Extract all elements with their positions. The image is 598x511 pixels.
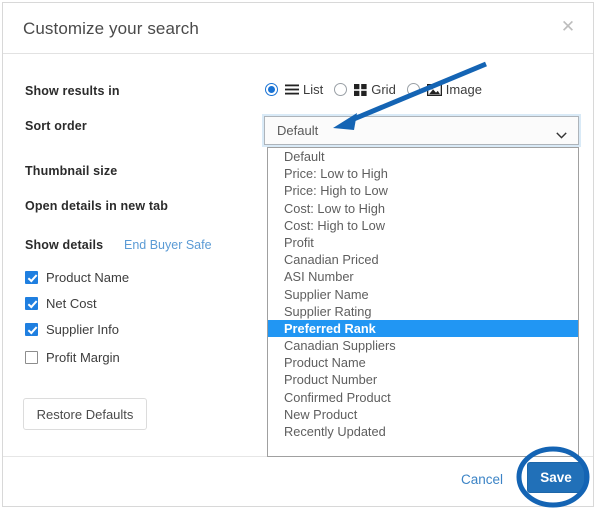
open-details-in-new-tab-label: Open details in new tab <box>25 199 169 213</box>
checkbox-label-net-cost: Net Cost <box>46 296 97 311</box>
dropdown-option[interactable]: Price: Low to High <box>268 165 578 182</box>
dropdown-option[interactable]: Preferred Rank <box>268 319 578 338</box>
close-icon[interactable]: ✕ <box>557 16 579 38</box>
radio-label-list: List <box>303 82 324 97</box>
dropdown-option[interactable]: Cost: High to Low <box>268 217 578 234</box>
chevron-down-icon[interactable] <box>556 126 567 139</box>
checkbox-row-profit-margin[interactable]: Profit Margin <box>25 350 120 365</box>
radio-option-list[interactable]: List <box>265 82 323 97</box>
radio-label-grid: Grid <box>371 82 396 97</box>
radio-indicator-image[interactable] <box>406 83 420 96</box>
dropdown-option[interactable]: Cost: Low to High <box>268 200 578 217</box>
save-button[interactable]: Save <box>527 462 585 493</box>
dialog-header: Customize your search ✕ <box>3 3 593 54</box>
radio-indicator-list[interactable] <box>265 83 278 96</box>
customize-search-dialog: Customize your search ✕ Show results in … <box>2 2 594 507</box>
radio-option-grid[interactable]: Grid <box>334 82 396 97</box>
sort-order-dropdown-list[interactable]: Default Price: Low to High Price: High to … <box>267 147 579 457</box>
checkbox-net-cost[interactable] <box>25 297 38 310</box>
checkbox-label-product-name: Product Name <box>46 270 130 285</box>
end-buyer-safe-link[interactable]: End Buyer Safe <box>124 238 212 252</box>
dropdown-option[interactable]: Price: High to Low <box>268 182 578 199</box>
image-icon <box>426 83 442 96</box>
dropdown-option[interactable]: Supplier Name <box>268 286 578 303</box>
dropdown-option[interactable]: Product Name <box>268 354 578 371</box>
dropdown-option[interactable]: Canadian Suppliers <box>268 337 578 354</box>
radio-label-image: Image <box>445 82 482 97</box>
dropdown-option[interactable]: ASI Number <box>268 268 578 285</box>
sort-order-label: Sort order <box>25 119 87 133</box>
radio-option-image[interactable]: Image <box>406 82 482 97</box>
dropdown-option[interactable]: Profit <box>268 234 578 251</box>
dropdown-option[interactable]: Default <box>268 148 578 165</box>
checkbox-label-profit-margin: Profit Margin <box>46 350 120 365</box>
dialog-title: Customize your search <box>23 19 199 38</box>
show-details-label: Show details <box>25 238 104 252</box>
dropdown-option[interactable]: Confirmed Product <box>268 389 578 406</box>
screenshot-root: Customize your search ✕ Show results in … <box>0 0 598 511</box>
dropdown-option[interactable]: Canadian Priced <box>268 251 578 268</box>
dropdown-option[interactable]: Product Number <box>268 371 578 388</box>
checkbox-supplier-info[interactable] <box>25 323 38 336</box>
radio-indicator-grid[interactable] <box>334 83 348 96</box>
checkbox-product-name[interactable] <box>25 271 38 284</box>
restore-defaults-button[interactable]: Restore Defaults <box>23 398 147 430</box>
checkbox-row-net-cost[interactable]: Net Cost <box>25 296 97 311</box>
grid-icon <box>354 83 367 96</box>
sort-order-select[interactable]: Default <box>264 116 579 145</box>
cancel-button[interactable]: Cancel <box>461 472 503 487</box>
show-results-in-label: Show results in <box>25 84 120 98</box>
thumbnail-size-label: Thumbnail size <box>25 164 118 178</box>
dropdown-option[interactable]: New Product <box>268 406 578 423</box>
checkbox-row-supplier-info[interactable]: Supplier Info <box>25 322 119 337</box>
sort-order-selected-value: Default <box>277 123 319 138</box>
show-results-in-radio-group: List Grid Image <box>265 82 493 97</box>
dropdown-option[interactable]: Supplier Rating <box>268 303 578 320</box>
checkbox-label-supplier-info: Supplier Info <box>46 322 119 337</box>
list-icon <box>285 84 299 95</box>
checkbox-profit-margin[interactable] <box>25 351 38 364</box>
checkbox-row-product-name[interactable]: Product Name <box>25 270 129 285</box>
dropdown-option[interactable]: Recently Updated <box>268 423 578 440</box>
